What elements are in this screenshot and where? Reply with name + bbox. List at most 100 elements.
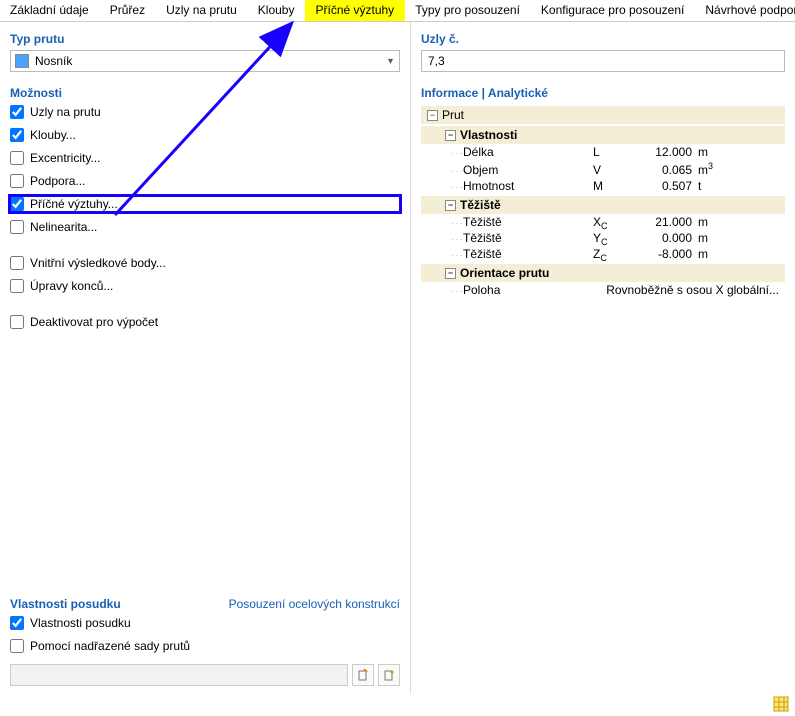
tree-group-1[interactable]: −Těžiště [421, 196, 785, 214]
posudek-opt-1-checkbox[interactable] [10, 639, 24, 653]
tab-klouby[interactable]: Klouby [248, 0, 306, 21]
tab-uzly-na-prutu[interactable]: Uzly na prutu [156, 0, 248, 21]
posudek-text-field[interactable] [10, 664, 348, 686]
option-a-3-checkbox[interactable] [10, 174, 24, 188]
tree-group-0-title: Vlastnosti [460, 128, 517, 142]
tree-row: ·····TěžištěYC0.000m [421, 230, 785, 246]
options-group-c: Deaktivovat pro výpočet [10, 314, 400, 330]
prop-label: Těžiště [463, 215, 593, 229]
tab-navrhove-podpory[interactable]: Návrhové podpory & prů [695, 0, 795, 21]
option-a-0-label: Uzly na prutu [30, 105, 101, 119]
grid-settings-icon[interactable] [773, 696, 789, 712]
prop-label: Objem [463, 163, 593, 177]
posudek-edit-button[interactable] [378, 664, 400, 686]
prop-symbol: ZC [593, 247, 643, 261]
typ-prutu-header: Typ prutu [10, 32, 400, 46]
uzly-input[interactable] [421, 50, 785, 72]
option-b-1[interactable]: Úpravy konců... [10, 278, 400, 294]
option-a-3[interactable]: Podpora... [10, 173, 400, 189]
option-b-0-label: Vnitřní výsledkové body... [30, 256, 166, 270]
posudek-header: Vlastnosti posudku [10, 597, 121, 611]
option-b-0[interactable]: Vnitřní výsledkové body... [10, 255, 400, 271]
prop-unit: m [698, 215, 728, 229]
prop-unit: m [698, 145, 728, 159]
option-b-1-checkbox[interactable] [10, 279, 24, 293]
prop-symbol: XC [593, 215, 643, 229]
prop-label: Těžiště [463, 231, 593, 245]
tree-dots-icon: ····· [421, 234, 463, 245]
tree-group-0[interactable]: −Vlastnosti [421, 126, 785, 144]
tab-konfigurace-pro-posouzeni[interactable]: Konfigurace pro posouzení [531, 0, 695, 21]
tab-typy-pro-posouzeni[interactable]: Typy pro posouzení [405, 0, 531, 21]
tree-dots-icon: ····· [421, 218, 463, 229]
prop-value: -8.000 [643, 247, 698, 261]
posudek-opt-1-label: Pomocí nadřazené sady prutů [30, 639, 190, 653]
typ-prutu-dropdown[interactable]: Nosník ▾ [10, 50, 400, 72]
option-a-1-label: Klouby... [30, 128, 76, 142]
tree-row: ·····TěžištěZC-8.000m [421, 246, 785, 262]
posudek-sub: Posouzení ocelových konstrukcí [229, 597, 400, 611]
tab-bar: Základní údaje Průřez Uzly na prutu Klou… [0, 0, 795, 22]
option-a-5-checkbox[interactable] [10, 220, 24, 234]
typ-prutu-color-swatch [15, 54, 29, 68]
tree-dots-icon: ····· [421, 148, 463, 159]
tab-pricne-vyztuhy[interactable]: Příčné výztuhy [305, 0, 405, 21]
collapse-toggle-icon[interactable]: − [445, 268, 456, 279]
prop-unit: m [698, 247, 728, 261]
prop-value-wide: Rovnoběžně s osou X globální... [593, 283, 785, 297]
posudek-header-row: Vlastnosti posudku Posouzení ocelových k… [10, 597, 400, 611]
tree-group-2[interactable]: −Orientace prutu [421, 264, 785, 282]
tree-row-prut[interactable]: − Prut [421, 106, 785, 124]
prop-label: Poloha [463, 283, 593, 297]
tree-dots-icon: ····· [421, 286, 463, 297]
prop-symbol: L [593, 145, 643, 159]
prop-symbol: YC [593, 231, 643, 245]
options-group-a: Uzly na prutu Klouby... Excentricity... Pod… [10, 104, 400, 235]
uzly-header: Uzly č. [421, 32, 785, 46]
option-a-5[interactable]: Nelinearita... [10, 219, 400, 235]
tab-zakladni-udaje[interactable]: Základní údaje [0, 0, 100, 21]
prop-symbol: V [593, 163, 643, 177]
option-b-0-checkbox[interactable] [10, 256, 24, 270]
collapse-toggle-icon[interactable]: − [445, 200, 456, 211]
posudek-opt-0-checkbox[interactable] [10, 616, 24, 630]
prop-unit: t [698, 179, 728, 193]
tree-row: ·····TěžištěXC21.000m [421, 214, 785, 230]
tree-row: ·····PolohaRovnoběžně s osou X globální.… [421, 282, 785, 298]
typ-prutu-value: Nosník [35, 54, 388, 68]
tree-group-2-title: Orientace prutu [460, 266, 549, 280]
moznosti-header: Možnosti [10, 86, 400, 100]
posudek-opt-1[interactable]: Pomocí nadřazené sady prutů [10, 638, 400, 654]
tree-dots-icon: ····· [421, 182, 463, 193]
option-a-2-checkbox[interactable] [10, 151, 24, 165]
collapse-toggle-icon[interactable]: − [427, 110, 438, 121]
option-a-4-checkbox[interactable] [10, 197, 24, 211]
tree-dots-icon: ····· [421, 250, 463, 261]
prop-value: 0.507 [643, 179, 698, 193]
option-c-0-label: Deaktivovat pro výpočet [30, 315, 158, 329]
option-c-0-checkbox[interactable] [10, 315, 24, 329]
prop-unit: m3 [698, 161, 728, 177]
option-a-0[interactable]: Uzly na prutu [10, 104, 400, 120]
prop-label: Délka [463, 145, 593, 159]
option-a-4-label: Příčné výztuhy... [30, 197, 118, 211]
option-a-1-checkbox[interactable] [10, 128, 24, 142]
option-c-0[interactable]: Deaktivovat pro výpočet [10, 314, 400, 330]
posudek-options: Vlastnosti posudku Pomocí nadřazené sady … [10, 615, 400, 654]
tree-dots-icon: ····· [421, 166, 463, 177]
posudek-opt-0[interactable]: Vlastnosti posudku [10, 615, 400, 631]
option-a-4[interactable]: Příčné výztuhy... [10, 196, 400, 212]
chevron-down-icon: ▾ [388, 56, 395, 67]
right-panel: Uzly č. Informace | Analytické − Prut −V… [410, 22, 795, 694]
tab-prurez[interactable]: Průřez [100, 0, 156, 21]
document-new-icon [357, 669, 369, 681]
document-edit-icon [383, 669, 395, 681]
option-a-1[interactable]: Klouby... [10, 127, 400, 143]
option-a-0-checkbox[interactable] [10, 105, 24, 119]
tree-group-1-title: Těžiště [460, 198, 501, 212]
posudek-new-button[interactable] [352, 664, 374, 686]
prop-value: 21.000 [643, 215, 698, 229]
posudek-bottom-row [10, 664, 400, 686]
collapse-toggle-icon[interactable]: − [445, 130, 456, 141]
option-a-2[interactable]: Excentricity... [10, 150, 400, 166]
